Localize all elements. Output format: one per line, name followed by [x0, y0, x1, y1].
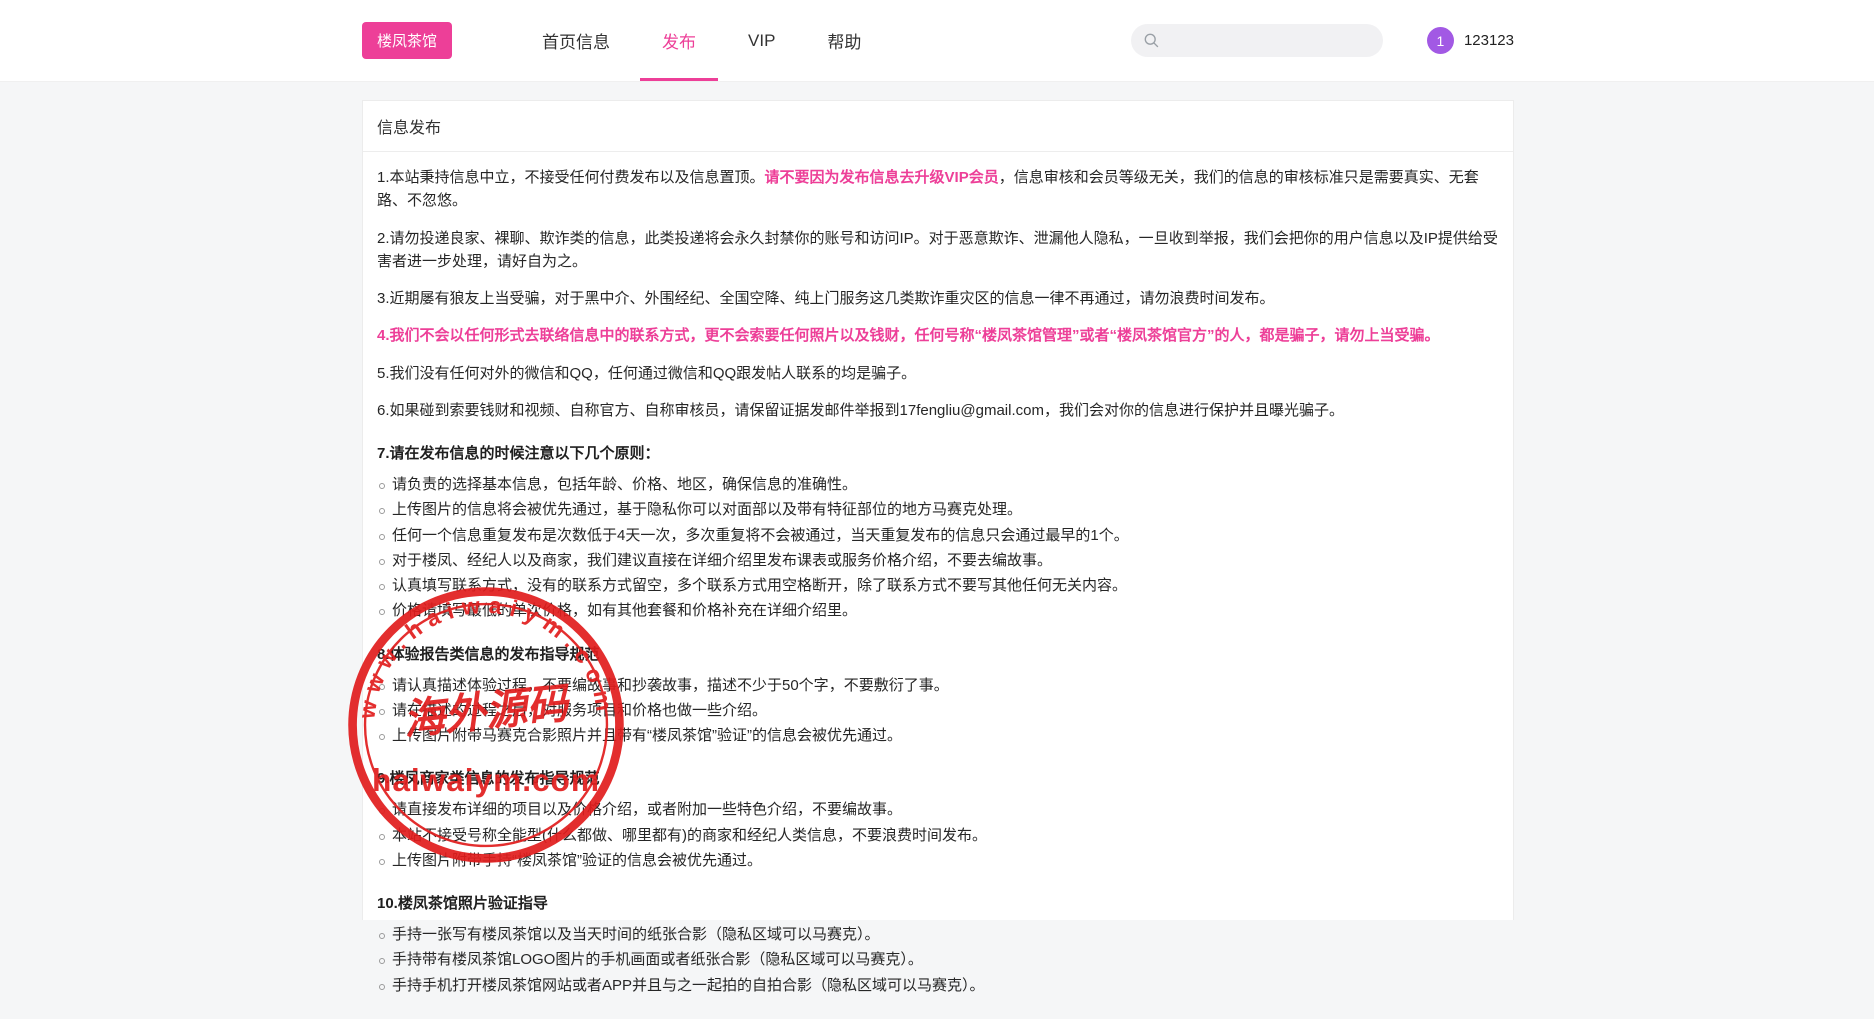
bullet-item: 本站不接受号称全能型(什么都做、哪里都有)的商家和经纪人类信息，不要浪费时间发布…: [377, 824, 1499, 847]
main-nav: 首页信息发布 VIP 帮助: [516, 0, 887, 81]
avatar[interactable]: 1: [1427, 27, 1454, 54]
rule-paragraph: 2.请勿投递良家、裸聊、欺诈类的信息，此类投递将会永久封禁你的账号和访问IP。对…: [377, 227, 1499, 274]
sections-list: 7.请在发布信息的时候注意以下几个原则： 请负责的选择基本信息，包括年龄、价格、地…: [377, 442, 1499, 997]
bullet-text: 任何一个信息重复发布是次数低于4天一次，多次重复将不会被通过，当天重复发布的信息…: [392, 524, 1129, 547]
card-body: 1.本站秉持信息中立，不接受任何付费发布以及信息置顶。请不要因为发布信息去升级V…: [363, 166, 1513, 1019]
bullet-dot-icon: [379, 684, 385, 690]
info-publish-card: 信息发布 1.本站秉持信息中立，不接受任何付费发布以及信息置顶。请不要因为发布信…: [362, 100, 1514, 920]
bullet-dot-icon: [379, 834, 385, 840]
rule-paragraph: 4.我们不会以任何形式去联络信息中的联系方式，更不会索要任何照片以及钱财，任何号…: [377, 324, 1499, 347]
bullet-text: 价格请填写最低的单次价格，如有其他套餐和价格补充在详细介绍里。: [392, 599, 857, 622]
bullet-dot-icon: [379, 933, 385, 939]
bullet-text: 请认真描述体验过程，不要编故事和抄袭故事，描述不少于50个字，不要敷衍了事。: [392, 674, 949, 697]
bullet-text: 本站不接受号称全能型(什么都做、哪里都有)的商家和经纪人类信息，不要浪费时间发布…: [392, 824, 987, 847]
section-heading: 8.体验报告类信息的发布指导规范: [377, 643, 1499, 664]
rules-list: 1.本站秉持信息中立，不接受任何付费发布以及信息置顶。请不要因为发布信息去升级V…: [377, 166, 1499, 422]
page-title: 信息发布: [363, 101, 1513, 152]
bullet-item: 价格请填写最低的单次价格，如有其他套餐和价格补充在详细介绍里。: [377, 599, 1499, 622]
bullet-dot-icon: [379, 534, 385, 540]
nav-item-help[interactable]: 帮助: [815, 0, 873, 81]
bullet-item: 任何一个信息重复发布是次数低于4天一次，多次重复将不会被通过，当天重复发布的信息…: [377, 524, 1499, 547]
bullet-text: 请负责的选择基本信息，包括年龄、价格、地区，确保信息的准确性。: [392, 473, 857, 496]
rule-text-segment: 1.本站秉持信息中立，不接受任何付费发布以及信息置顶。: [377, 169, 765, 186]
section-heading: 7.请在发布信息的时候注意以下几个原则：: [377, 442, 1499, 463]
bullet-item: 手持一张写有楼凤茶馆以及当天时间的纸张合影（隐私区域可以马赛克）。: [377, 923, 1499, 946]
bullet-dot-icon: [379, 508, 385, 514]
bullet-text: 请在描述的过程之后，对服务项目和价格也做一些介绍。: [392, 699, 767, 722]
bullet-dot-icon: [379, 859, 385, 865]
bullet-text: 认真填写联系方式，没有的联系方式留空，多个联系方式用空格断开，除了联系方式不要写…: [392, 574, 1127, 597]
bullet-text: 上传图片附带手持“楼凤茶馆”验证的信息会被优先通过。: [392, 849, 762, 872]
site-logo[interactable]: 楼凤茶馆: [362, 22, 452, 59]
bullet-item: 请直接发布详细的项目以及价格介绍，或者附加一些特色介绍，不要编故事。: [377, 798, 1499, 821]
bullet-text: 对于楼凤、经纪人以及商家，我们建议直接在详细介绍里发布课表或服务价格介绍，不要去…: [392, 549, 1052, 572]
user-menu[interactable]: 1 123123: [1427, 27, 1514, 54]
nav-item-home-info[interactable]: 首页信息: [530, 0, 622, 81]
rule-paragraph: 3.近期屡有狼友上当受骗，对于黑中介、外围经纪、全国空降、纯上门服务这几类欺诈重…: [377, 287, 1499, 310]
bullet-dot-icon: [379, 584, 385, 590]
bullet-dot-icon: [379, 483, 385, 489]
rule-paragraph: 5.我们没有任何对外的微信和QQ，任何通过微信和QQ跟发帖人联系的均是骗子。: [377, 362, 1499, 385]
bullet-item: 请认真描述体验过程，不要编故事和抄袭故事，描述不少于50个字，不要敷衍了事。: [377, 674, 1499, 697]
search-box[interactable]: [1131, 24, 1383, 57]
bullet-item: 上传图片附带手持“楼凤茶馆”验证的信息会被优先通过。: [377, 849, 1499, 872]
bullet-dot-icon: [379, 984, 385, 990]
bullet-item: 对于楼凤、经纪人以及商家，我们建议直接在详细介绍里发布课表或服务价格介绍，不要去…: [377, 549, 1499, 572]
bullet-dot-icon: [379, 609, 385, 615]
bullet-text: 上传图片的信息将会被优先通过，基于隐私你可以对面部以及带有特征部位的地方马赛克处…: [392, 498, 1022, 521]
bullet-text: 手持带有楼凤茶馆LOGO图片的手机画面或者纸张合影（隐私区域可以马赛克）。: [392, 948, 923, 971]
bullet-dot-icon: [379, 958, 385, 964]
section-heading: 10.楼凤茶馆照片验证指导: [377, 892, 1499, 913]
top-navbar: 楼凤茶馆 首页信息发布 VIP 帮助 1 123123: [0, 0, 1874, 82]
bullet-item: 请负责的选择基本信息，包括年龄、价格、地区，确保信息的准确性。: [377, 473, 1499, 496]
bullet-dot-icon: [379, 559, 385, 565]
nav-item-vip[interactable]: VIP: [736, 0, 787, 81]
bullet-text: 上传图片附带马赛克合影照片并且带有“楼凤茶馆”验证”的信息会被优先通过。: [392, 724, 902, 747]
search-input[interactable]: [1168, 32, 1371, 50]
bullet-dot-icon: [379, 808, 385, 814]
rule-text-segment: 请不要因为发布信息去升级VIP会员: [765, 169, 999, 186]
bullet-dot-icon: [379, 734, 385, 740]
nav-item-publish[interactable]: 发布: [650, 0, 708, 81]
bullet-item: 请在描述的过程之后，对服务项目和价格也做一些介绍。: [377, 699, 1499, 722]
bullet-item: 手持带有楼凤茶馆LOGO图片的手机画面或者纸张合影（隐私区域可以马赛克）。: [377, 948, 1499, 971]
section-heading: 9.楼凤商家类信息的发布指导规范: [377, 767, 1499, 788]
rule-paragraph: 1.本站秉持信息中立，不接受任何付费发布以及信息置顶。请不要因为发布信息去升级V…: [377, 166, 1499, 213]
search-icon: [1143, 32, 1160, 49]
bullet-item: 认真填写联系方式，没有的联系方式留空，多个联系方式用空格断开，除了联系方式不要写…: [377, 574, 1499, 597]
bullet-item: 上传图片的信息将会被优先通过，基于隐私你可以对面部以及带有特征部位的地方马赛克处…: [377, 498, 1499, 521]
rule-paragraph: 6.如果碰到索要钱财和视频、自称官方、自称审核员，请保留证据发邮件举报到17fe…: [377, 399, 1499, 422]
bullet-dot-icon: [379, 709, 385, 715]
bullet-text: 手持一张写有楼凤茶馆以及当天时间的纸张合影（隐私区域可以马赛克）。: [392, 923, 880, 946]
bullet-text: 请直接发布详细的项目以及价格介绍，或者附加一些特色介绍，不要编故事。: [392, 798, 902, 821]
username: 123123: [1464, 32, 1514, 49]
bullet-text: 手持手机打开楼凤茶馆网站或者APP并且与之一起拍的自拍合影（隐私区域可以马赛克）…: [392, 974, 985, 997]
bullet-item: 手持手机打开楼凤茶馆网站或者APP并且与之一起拍的自拍合影（隐私区域可以马赛克）…: [377, 974, 1499, 997]
bullet-item: 上传图片附带马赛克合影照片并且带有“楼凤茶馆”验证”的信息会被优先通过。: [377, 724, 1499, 747]
